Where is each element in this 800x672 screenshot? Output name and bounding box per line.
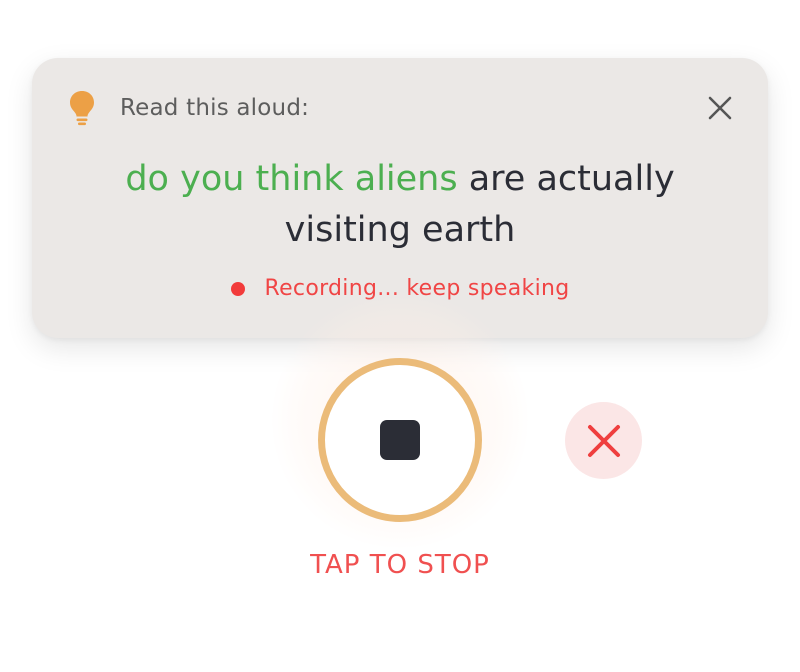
close-button[interactable]: [702, 90, 738, 126]
close-icon: [708, 96, 732, 120]
spoken-words: do you think aliens: [125, 159, 458, 199]
remaining-words-line2: visiting earth: [284, 210, 516, 250]
hint-row: Read this aloud:: [68, 88, 309, 128]
stop-recording-button[interactable]: [318, 358, 482, 522]
prompt-sentence: do you think aliens are actually visiting…: [72, 154, 728, 256]
cancel-recording-button[interactable]: [565, 402, 642, 479]
hint-text: Read this aloud:: [120, 95, 310, 121]
lightbulb-icon: [68, 88, 96, 128]
cancel-x-icon: [587, 424, 620, 457]
stop-icon: [380, 420, 420, 460]
voice-recording-screen: Read this aloud: do you think aliens are…: [0, 0, 800, 672]
tap-to-stop-label: TAP TO STOP: [310, 550, 490, 580]
remaining-words-line1: are actually: [457, 159, 675, 199]
recording-dot-icon: [230, 281, 245, 296]
